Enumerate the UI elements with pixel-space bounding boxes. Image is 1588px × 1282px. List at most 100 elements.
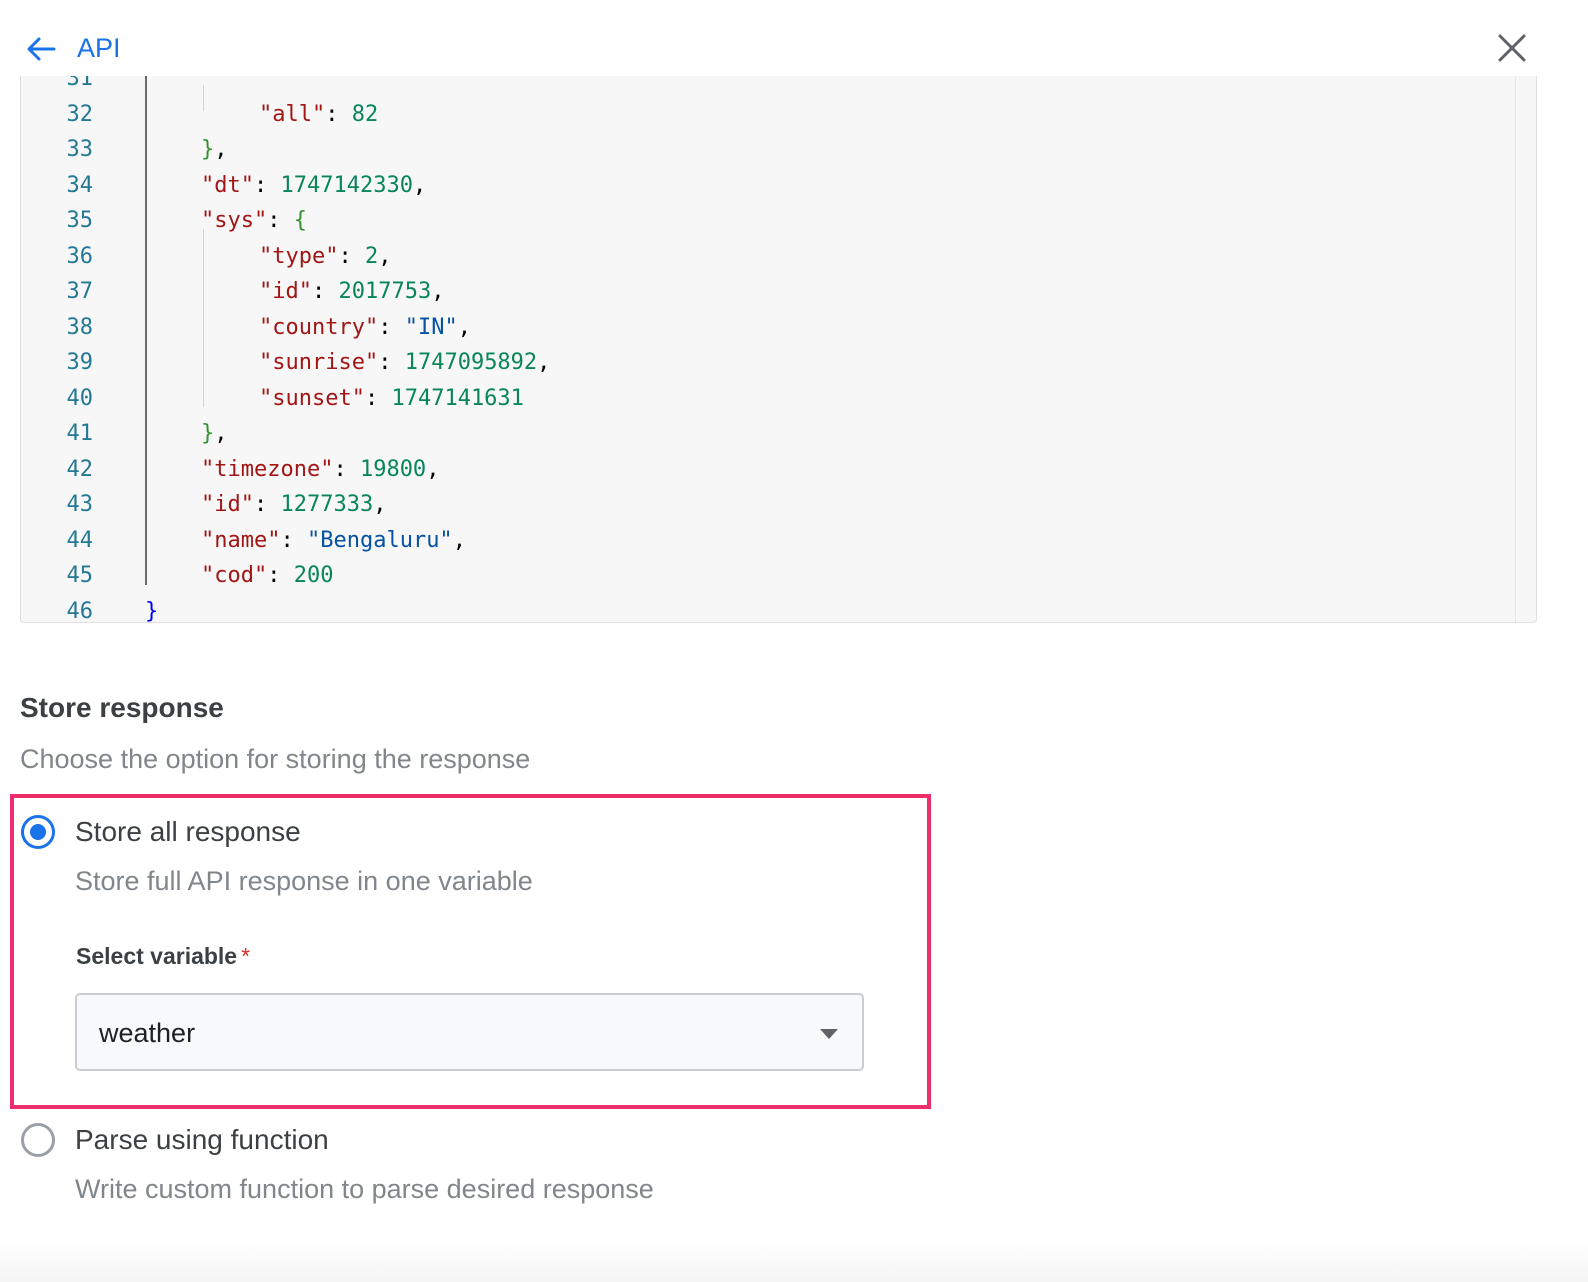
parse-function-radio[interactable] — [21, 1123, 55, 1157]
code-token: "dt" — [201, 172, 254, 198]
store-all-label[interactable]: Store all response — [75, 814, 301, 850]
code-token: , — [373, 492, 387, 517]
code-line: 33}, — [21, 132, 1501, 168]
code-line: 31 — [21, 75, 1501, 97]
code-token: 2017753 — [338, 279, 432, 304]
code-token: "type" — [259, 243, 339, 269]
code-token: "id" — [259, 279, 312, 304]
scrollbar[interactable] — [1515, 75, 1536, 622]
store-all-radio[interactable] — [21, 815, 55, 849]
header: API — [0, 0, 1588, 76]
code-text: "id": 1277333, — [201, 487, 386, 523]
code-line: 35 "sys": { — [21, 203, 1501, 239]
code-token: , — [412, 172, 427, 198]
code-token: } — [201, 137, 215, 162]
code-text: }, — [201, 416, 228, 452]
code-token: , — [537, 350, 551, 375]
store-response-subtitle: Choose the option for storing the respon… — [20, 744, 531, 774]
parse-function-description: Write custom function to parse desired r… — [75, 1174, 654, 1204]
code-line: 42 "timezone": 19800, — [21, 452, 1501, 488]
code-token: 200 — [293, 563, 334, 588]
variable-select-value: weather — [99, 1018, 196, 1048]
variable-select[interactable]: weather — [75, 993, 864, 1071]
code-text: "sunset": 1747141631 — [259, 381, 524, 417]
line-number: 34 — [66, 172, 94, 198]
code-token: : — [333, 456, 360, 482]
page-title[interactable]: API — [77, 31, 121, 65]
code-token: "sunrise" — [259, 350, 379, 375]
code-token: 1277333 — [280, 492, 374, 517]
code-token: "id" — [201, 492, 254, 517]
select-variable-label: Select variable * — [76, 940, 250, 972]
code-line: 39 "sunrise": 1747095892, — [21, 345, 1501, 381]
code-token: "sys" — [201, 208, 268, 233]
code-token: 1747095892 — [404, 350, 538, 375]
line-number: 39 — [66, 350, 94, 375]
line-number: 44 — [66, 527, 94, 553]
code-line: 44 "name": "Bengaluru", — [21, 523, 1501, 559]
code-token: "cod" — [201, 563, 268, 588]
store-all-description: Store full API response in one variable — [75, 866, 533, 896]
parse-function-label[interactable]: Parse using function — [75, 1122, 329, 1158]
code-text: "country": "IN", — [259, 310, 471, 346]
code-token: 2 — [364, 243, 379, 269]
code-token: : — [338, 243, 365, 269]
code-token: : — [280, 527, 307, 553]
json-response-viewer[interactable]: 31 32 "all": 82 33}, 34 "dt": 1747142330, 35 "s… — [20, 75, 1537, 623]
line-number: 43 — [66, 492, 94, 517]
code-token: "Bengaluru" — [306, 527, 453, 553]
code-text: "sunrise": 1747095892, — [259, 345, 550, 381]
code-text: "id": 2017753, — [259, 274, 444, 310]
code-token: 1747141631 — [391, 385, 524, 411]
code-token: : — [311, 279, 339, 304]
line-number: 38 — [66, 314, 94, 340]
code-token: : — [267, 208, 294, 233]
line-number: 42 — [66, 456, 94, 482]
code-token: } — [145, 598, 159, 623]
close-icon[interactable] — [1496, 32, 1528, 64]
line-number: 46 — [66, 598, 94, 623]
line-number: 40 — [66, 385, 94, 411]
code-token: "IN" — [404, 314, 458, 340]
code-text: }, — [201, 132, 228, 168]
code-text: "all": 82 — [259, 97, 378, 133]
code-token: , — [426, 456, 440, 482]
code-text: } — [145, 594, 159, 623]
code-line: 43 "id": 1277333, — [21, 487, 1501, 523]
line-number: 31 — [66, 75, 94, 91]
code-token: , — [214, 137, 228, 162]
code-line: 34 "dt": 1747142330, — [21, 168, 1501, 204]
code-token: 19800 — [359, 456, 427, 482]
code-text: "type": 2, — [259, 239, 391, 275]
line-number: 32 — [66, 101, 94, 127]
code-token: 1747142330 — [280, 172, 413, 198]
code-token: , — [452, 527, 466, 553]
code-text: "sys": { — [201, 203, 307, 239]
code-token: "timezone" — [201, 456, 334, 482]
required-asterisk: * — [241, 943, 251, 969]
code-token: , — [457, 314, 471, 340]
code-token: , — [431, 279, 445, 304]
code-line: 41}, — [21, 416, 1501, 452]
code-token: "all" — [259, 101, 326, 127]
line-number: 37 — [66, 279, 94, 304]
code-line: 37 "id": 2017753, — [21, 274, 1501, 310]
code-line: 40 "sunset": 1747141631 — [21, 381, 1501, 417]
code-token: 82 — [351, 101, 379, 127]
code-token: "country" — [259, 314, 379, 340]
code-line: 36 "type": 2, — [21, 239, 1501, 275]
line-number: 36 — [66, 243, 94, 269]
code-line: 32 "all": 82 — [21, 97, 1501, 133]
arrow-back-icon[interactable] — [24, 32, 58, 66]
code-token: : — [253, 492, 281, 517]
line-number: 41 — [66, 421, 94, 446]
code-token: "sunset" — [259, 385, 365, 411]
caret-down-icon — [820, 1029, 838, 1039]
bottom-edge — [0, 1238, 1588, 1282]
code-token: "name" — [201, 527, 281, 553]
code-token: : — [325, 101, 352, 127]
code-token: : — [253, 172, 281, 198]
code-text: "dt": 1747142330, — [201, 168, 426, 204]
code-line: 46} — [21, 594, 1501, 623]
store-response-title: Store response — [20, 692, 224, 723]
